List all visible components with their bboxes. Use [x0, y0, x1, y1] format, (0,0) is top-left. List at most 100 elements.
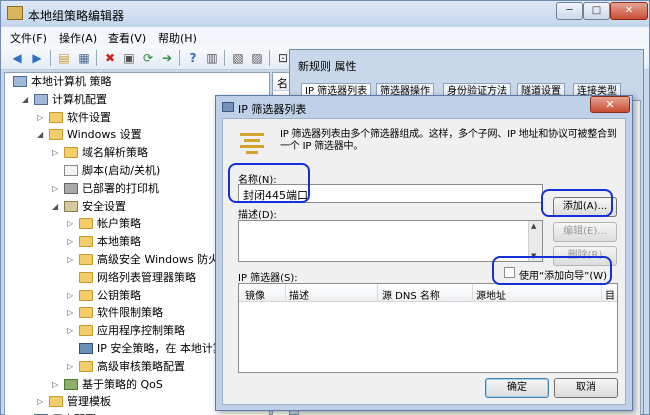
list-header: 镜像 描述 源 DNS 名称 源地址 目 [239, 284, 617, 302]
shield-icon [64, 200, 78, 212]
properties-icon[interactable]: ▣ [121, 50, 137, 66]
menu-file[interactable]: 文件(F) [10, 30, 47, 46]
tree-item-label: 脚本(启动/关机) [82, 164, 161, 177]
tree-item-label: 高级审核策略配置 [97, 359, 185, 373]
help-icon[interactable]: ? [185, 50, 201, 66]
annotation-ring-wizard [492, 256, 612, 285]
folder-icon [79, 254, 93, 265]
tree-item-label: 公钥策略 [97, 288, 141, 302]
folder-icon [79, 236, 93, 248]
tree-expander-icon[interactable]: ◢ [22, 411, 32, 415]
copy-icon[interactable]: ▧ [230, 50, 246, 66]
column-destination[interactable]: 目 [605, 287, 615, 302]
printer-icon [64, 182, 78, 194]
menu-view[interactable]: 查看(V) [108, 30, 146, 46]
folder-icon [49, 129, 63, 141]
title-bar[interactable]: 本地组策略编辑器 ─ □ ✕ [1, 1, 649, 27]
edit-button[interactable]: 编辑(E)... [553, 222, 617, 242]
maximize-button[interactable]: □ [583, 2, 610, 20]
filter-list-icon [222, 102, 234, 112]
folder-icon [79, 360, 93, 372]
tree-expander-icon[interactable]: ▷ [67, 322, 77, 339]
annotation-ring-name [228, 163, 310, 203]
description-label: 描述(D): [238, 210, 277, 221]
up-folder-icon[interactable]: ▤ [56, 50, 72, 66]
ok-button[interactable]: 确定 [485, 378, 549, 398]
column-mirror[interactable]: 镜像 [245, 287, 265, 302]
tree-expander-icon[interactable]: ▷ [37, 393, 47, 410]
tree-item-label: 帐户策略 [97, 217, 141, 231]
computer-icon [34, 93, 48, 105]
help-topic-icon[interactable]: ▥ [204, 50, 220, 66]
ip-filters-label: IP 筛选器(S): [238, 273, 298, 284]
tree-expander-icon[interactable]: ▷ [52, 180, 62, 197]
document-icon [64, 165, 78, 176]
computer-icon [13, 76, 27, 87]
tree-expander-icon[interactable]: ▷ [67, 358, 77, 375]
description-scrollbar[interactable] [528, 221, 542, 261]
ip-filter-list-dialog: IP 筛选器列表 ✕ IP 筛选器列表由多个筛选器组成。这样，多个子网、IP 地… [215, 95, 633, 411]
folder-icon [79, 271, 93, 283]
column-description[interactable]: 描述 [289, 287, 309, 302]
ip-filters-list[interactable]: 镜像 描述 源 DNS 名称 源地址 目 [238, 283, 618, 373]
tree-expander-icon[interactable]: ▷ [52, 144, 62, 161]
cancel-button[interactable]: 取消 [554, 378, 618, 398]
tree-expander-icon[interactable]: ◢ [52, 198, 62, 215]
tree-item-label: 本地策略 [97, 235, 141, 249]
tree-item-label: Windows 设置 [67, 128, 142, 142]
folder-icon [49, 111, 63, 123]
tree-item-label: 应用程序控制策略 [97, 324, 185, 338]
tree-expander-icon[interactable]: ▷ [67, 233, 77, 250]
dialog-description: IP 筛选器列表由多个筛选器组成。这样，多个子网、IP 地址和协议可被整合到一个… [280, 129, 617, 152]
tree-item-label: 安全设置 [82, 199, 126, 213]
menu-action[interactable]: 操作(A) [59, 30, 97, 46]
folder-icon [79, 325, 93, 337]
tree-item-label: 用户配置 [52, 411, 96, 415]
tree-item-label: 计算机配置 [52, 92, 107, 106]
tree-expander-icon[interactable]: ◢ [22, 91, 32, 108]
tree-expander-icon[interactable]: ▷ [67, 304, 77, 321]
tree-item-label: 软件限制策略 [97, 306, 163, 320]
tree-expander-icon[interactable]: ▷ [67, 287, 77, 304]
policy-editor-app-icon [7, 6, 23, 20]
tree-expander-icon[interactable]: ▷ [67, 215, 77, 232]
folder-icon [79, 218, 93, 230]
tree-item-label: 管理模板 [67, 395, 111, 409]
tree-expander-icon[interactable]: ▷ [52, 376, 62, 393]
window-title: 本地组策略编辑器 [28, 9, 125, 23]
tree-item-label: 域名解析策略 [82, 146, 148, 160]
refresh-icon[interactable]: ⟳ [140, 50, 156, 66]
export-icon[interactable]: ➔ [159, 50, 175, 66]
ip-security-icon [79, 343, 93, 354]
tree-item-label: 已部署的打印机 [82, 181, 159, 195]
folder-icon [64, 147, 78, 159]
chart-icon [64, 378, 78, 390]
tree-item-label: 网络列表管理器策略 [97, 270, 196, 284]
close-button[interactable]: ✕ [610, 2, 648, 20]
tree-expander-icon[interactable]: ▷ [37, 109, 47, 126]
folder-icon [79, 307, 93, 319]
menu-bar: 文件(F) 操作(A) 查看(V) 帮助(H) [1, 27, 649, 46]
dialog-close-button[interactable]: ✕ [590, 96, 630, 113]
annotation-ring-add [541, 189, 613, 217]
menu-help[interactable]: 帮助(H) [158, 30, 197, 46]
delete-icon[interactable]: ✖ [102, 50, 118, 66]
show-hide-tree-icon[interactable]: ▦ [76, 50, 92, 66]
paste-icon[interactable]: ▨ [249, 50, 265, 66]
back-icon[interactable]: ◀ [9, 50, 25, 66]
folder-icon [79, 289, 93, 301]
minimize-button[interactable]: ─ [556, 2, 583, 20]
tree-item-label: 软件设置 [67, 110, 111, 124]
properties-dialog-title: 新规则 属性 [298, 60, 357, 73]
tree-expander-icon[interactable]: ▷ [67, 251, 77, 268]
tree-item-label: 基于策略的 QoS [82, 377, 163, 391]
filter-icon [240, 131, 264, 157]
folder-icon [49, 396, 63, 408]
tree-item-label: 高级安全 Windows 防火墙 [97, 253, 231, 266]
column-source-address[interactable]: 源地址 [476, 287, 506, 302]
tree-item-label: 本地计算机 策略 [31, 75, 112, 88]
column-source-dns[interactable]: 源 DNS 名称 [382, 287, 440, 302]
dialog-title: IP 筛选器列表 [238, 103, 307, 116]
tree-expander-icon[interactable]: ◢ [37, 126, 47, 143]
forward-icon[interactable]: ▶ [29, 50, 45, 66]
